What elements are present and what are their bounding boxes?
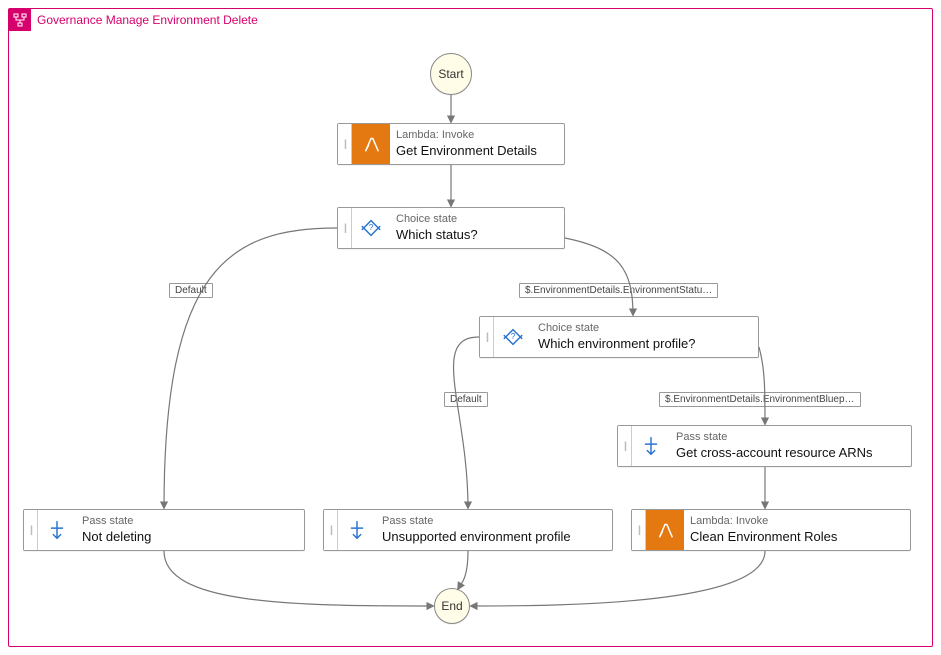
grip-icon: || bbox=[24, 510, 38, 550]
edge-label-default-2: Default bbox=[444, 392, 488, 407]
step-get-cross-account-arns[interactable]: || Pass state Get cross-account resource… bbox=[617, 425, 912, 467]
grip-icon: || bbox=[338, 208, 352, 248]
step-title: Unsupported environment profile bbox=[382, 529, 571, 545]
grip-icon: || bbox=[338, 124, 352, 164]
start-node: Start bbox=[430, 53, 472, 95]
end-node: End bbox=[434, 588, 470, 624]
diagram-title: Governance Manage Environment Delete bbox=[37, 13, 258, 27]
svg-text:?: ? bbox=[511, 332, 516, 341]
edge-label-status-path: $.EnvironmentDetails.EnvironmentStatu… bbox=[519, 283, 718, 298]
grip-icon: || bbox=[618, 426, 632, 466]
start-label: Start bbox=[438, 67, 463, 81]
step-not-deleting[interactable]: || Pass state Not deleting bbox=[23, 509, 305, 551]
step-title: Which environment profile? bbox=[538, 336, 696, 352]
step-clean-environment-roles[interactable]: || Lambda: Invoke Clean Environment Role… bbox=[631, 509, 911, 551]
step-functions-icon bbox=[9, 9, 31, 31]
lambda-icon bbox=[646, 510, 684, 550]
step-title: Get Environment Details bbox=[396, 143, 537, 159]
choice-icon: ? bbox=[494, 317, 532, 357]
step-which-environment-profile[interactable]: || ? Choice state Which environment prof… bbox=[479, 316, 759, 358]
diagram-frame: Governance Manage Environment Delete Sta… bbox=[8, 8, 933, 647]
step-title: Get cross-account resource ARNs bbox=[676, 445, 873, 461]
step-which-status[interactable]: || ? Choice state Which status? bbox=[337, 207, 565, 249]
step-type: Pass state bbox=[382, 515, 571, 529]
grip-icon: || bbox=[632, 510, 646, 550]
step-unsupported-profile[interactable]: || Pass state Unsupported environment pr… bbox=[323, 509, 613, 551]
step-type: Pass state bbox=[82, 515, 151, 529]
edge-label-blueprint-path: $.EnvironmentDetails.EnvironmentBluep… bbox=[659, 392, 861, 407]
step-get-environment-details[interactable]: || Lambda: Invoke Get Environment Detail… bbox=[337, 123, 565, 165]
pass-icon bbox=[338, 510, 376, 550]
diagram-header: Governance Manage Environment Delete bbox=[9, 9, 258, 31]
lambda-icon bbox=[352, 124, 390, 164]
pass-icon bbox=[632, 426, 670, 466]
step-type: Pass state bbox=[676, 431, 873, 445]
workflow-canvas: Governance Manage Environment Delete Sta… bbox=[0, 0, 941, 655]
pass-icon bbox=[38, 510, 76, 550]
svg-text:?: ? bbox=[369, 223, 374, 232]
choice-icon: ? bbox=[352, 208, 390, 248]
step-title: Clean Environment Roles bbox=[690, 529, 837, 545]
step-type: Choice state bbox=[396, 213, 478, 227]
step-title: Which status? bbox=[396, 227, 478, 243]
step-type: Lambda: Invoke bbox=[396, 129, 537, 143]
step-title: Not deleting bbox=[82, 529, 151, 545]
step-type: Lambda: Invoke bbox=[690, 515, 837, 529]
grip-icon: || bbox=[480, 317, 494, 357]
step-type: Choice state bbox=[538, 322, 696, 336]
edge-label-default-1: Default bbox=[169, 283, 213, 298]
grip-icon: || bbox=[324, 510, 338, 550]
end-label: End bbox=[441, 599, 462, 613]
